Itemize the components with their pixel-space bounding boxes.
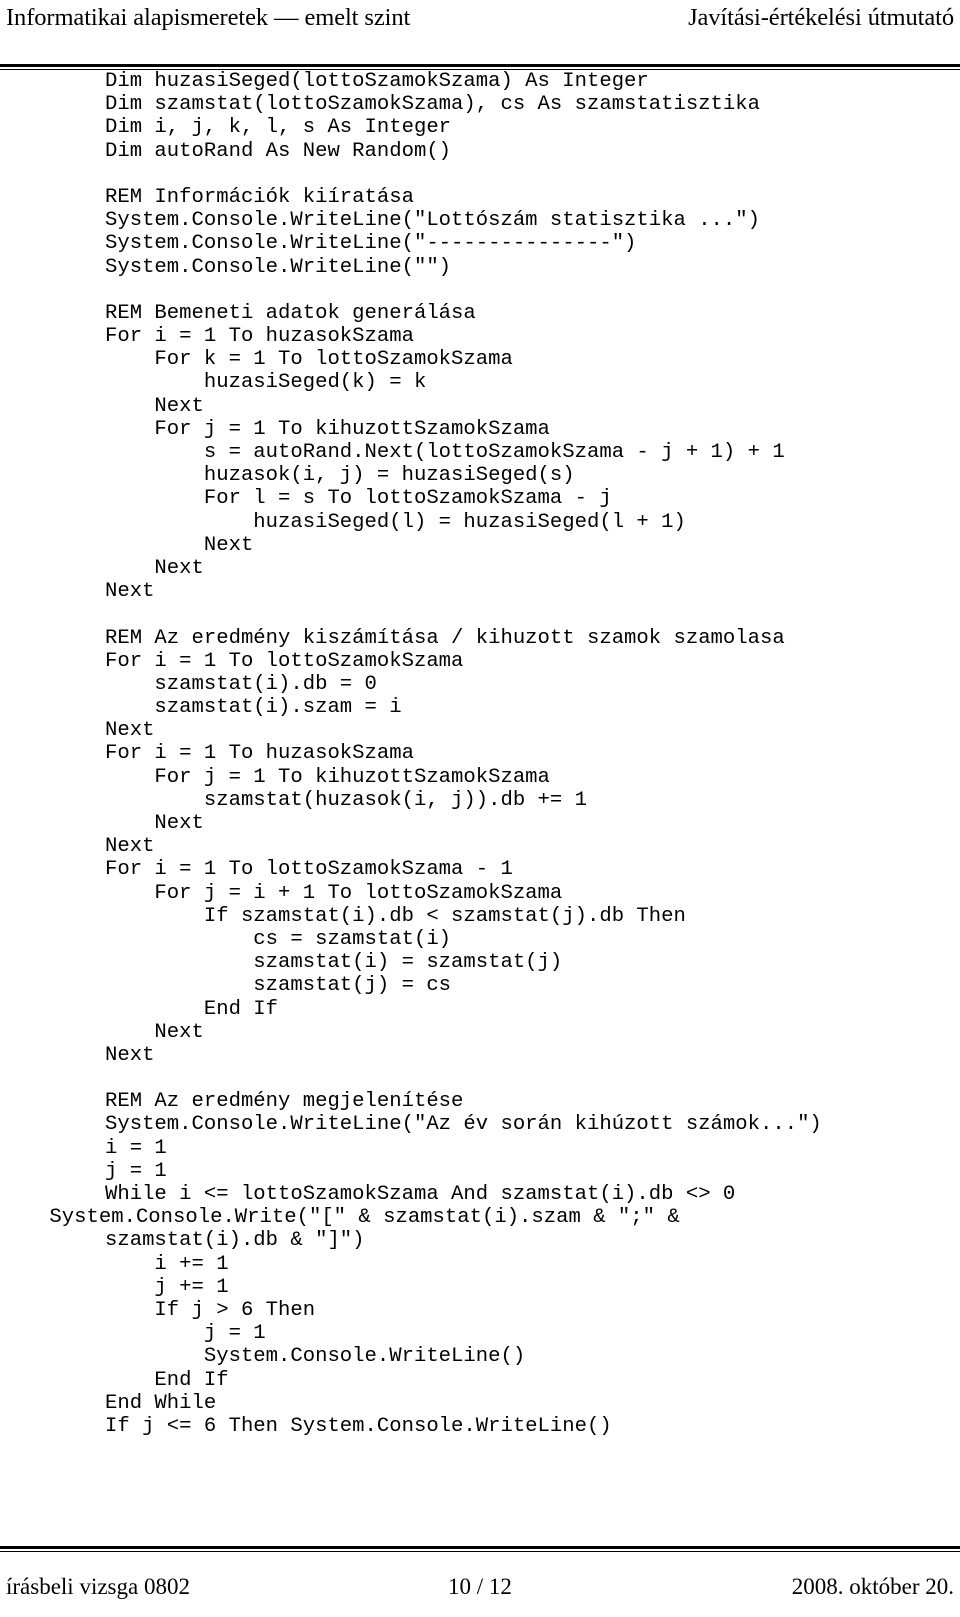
code-line: szamstat(i).db = 0: [105, 672, 377, 696]
exam-page: Informatikai alapismeretek — emelt szint…: [0, 0, 960, 1617]
code-line: REM Az eredmény megjelenítése: [105, 1090, 464, 1114]
code-line: REM Az eredmény kiszámítása / kihuzott s…: [105, 626, 785, 650]
code-line: System.Console.WriteLine("Lottószám stat…: [105, 209, 760, 233]
code-line: For i = 1 To huzasokSzama: [105, 742, 414, 766]
header-document-type: Javítási-értékelési útmutató: [688, 4, 954, 31]
code-line: s = autoRand.Next(lottoSzamokSzama - j +…: [105, 441, 785, 464]
code-line: huzasiSeged(k) = k: [105, 371, 427, 395]
code-line: Next: [105, 812, 204, 835]
source-code-listing: Dim huzasiSeged(lottoSzamokSzama) As Int…: [0, 70, 960, 1438]
code-line: i += 1: [105, 1252, 229, 1276]
code-line: szamstat(huzasok(i, j)).db += 1: [105, 788, 587, 812]
page-footer: írásbeli vizsga 0802 10 / 12 2008. októb…: [0, 1572, 960, 1612]
code-line: For i = 1 To lottoSzamokSzama: [105, 649, 464, 673]
code-line: If j <= 6 Then System.Console.WriteLine(…: [105, 1414, 612, 1438]
code-line: For j = i + 1 To lottoSzamokSzama: [105, 881, 563, 905]
code-line: Dim huzasiSeged(lottoSzamokSzama) As Int…: [105, 70, 649, 93]
code-line: End If: [105, 997, 279, 1021]
code-line: szamstat(i).db & "]"): [105, 1229, 365, 1253]
code-line: Next: [105, 1020, 204, 1044]
code-line: System.Console.WriteLine(""): [105, 255, 452, 279]
code-line: REM Információk kiíratása: [105, 185, 414, 209]
code-line: i = 1: [105, 1136, 167, 1160]
code-line: For i = 1 To huzasokSzama: [105, 325, 414, 349]
code-line: j = 1: [105, 1322, 266, 1346]
code-line: szamstat(i) = szamstat(j): [105, 951, 563, 975]
code-line: cs = szamstat(i): [105, 927, 452, 951]
code-line: System.Console.Write("[" & szamstat(i).s…: [0, 1206, 680, 1230]
code-line: j += 1: [105, 1275, 229, 1299]
code-line: Next: [105, 556, 204, 580]
code-line: Next: [105, 394, 204, 418]
header-subject-title: Informatikai alapismeretek — emelt szint: [6, 4, 411, 31]
code-line: Dim autoRand As New Random(): [105, 139, 452, 163]
code-line: System.Console.WriteLine("Az év során ki…: [105, 1113, 822, 1137]
code-line: Dim i, j, k, l, s As Integer: [105, 116, 452, 140]
code-line: Next: [105, 719, 155, 743]
code-line: szamstat(i).szam = i: [105, 696, 402, 720]
code-line: While i <= lottoSzamokSzama And szamstat…: [105, 1183, 736, 1206]
code-line: For l = s To lottoSzamokSzama - j: [105, 487, 612, 511]
code-line: Next: [105, 1043, 155, 1067]
code-line: End While: [105, 1391, 217, 1415]
code-line: For i = 1 To lottoSzamokSzama - 1: [105, 858, 513, 882]
code-line: For j = 1 To kihuzottSzamokSzama: [105, 417, 550, 441]
code-line: System.Console.WriteLine(): [105, 1345, 526, 1369]
code-line: huzasiSeged(l) = huzasiSeged(l + 1): [105, 510, 686, 534]
code-line: Dim szamstat(lottoSzamokSzama), cs As sz…: [105, 93, 760, 117]
footer-exam-date: 2008. október 20.: [791, 1574, 954, 1599]
code-line: j = 1: [105, 1159, 167, 1183]
code-line: Next: [105, 580, 155, 604]
code-line: Next: [105, 835, 155, 859]
code-line: For j = 1 To kihuzottSzamokSzama: [105, 765, 550, 789]
code-line: Next: [105, 533, 254, 557]
code-line: REM Bemeneti adatok generálása: [105, 301, 476, 325]
code-line: For k = 1 To lottoSzamokSzama: [105, 348, 513, 372]
code-line: End If: [105, 1368, 229, 1392]
code-line: szamstat(j) = cs: [105, 974, 452, 998]
footer-divider-rule: [0, 1546, 960, 1552]
code-line: huzasok(i, j) = huzasiSeged(s): [105, 464, 575, 488]
code-line: If szamstat(i).db < szamstat(j).db Then: [105, 904, 686, 928]
code-line: System.Console.WriteLine("--------------…: [105, 232, 637, 256]
code-line: If j > 6 Then: [105, 1298, 316, 1322]
page-header: Informatikai alapismeretek — emelt szint…: [0, 0, 960, 42]
